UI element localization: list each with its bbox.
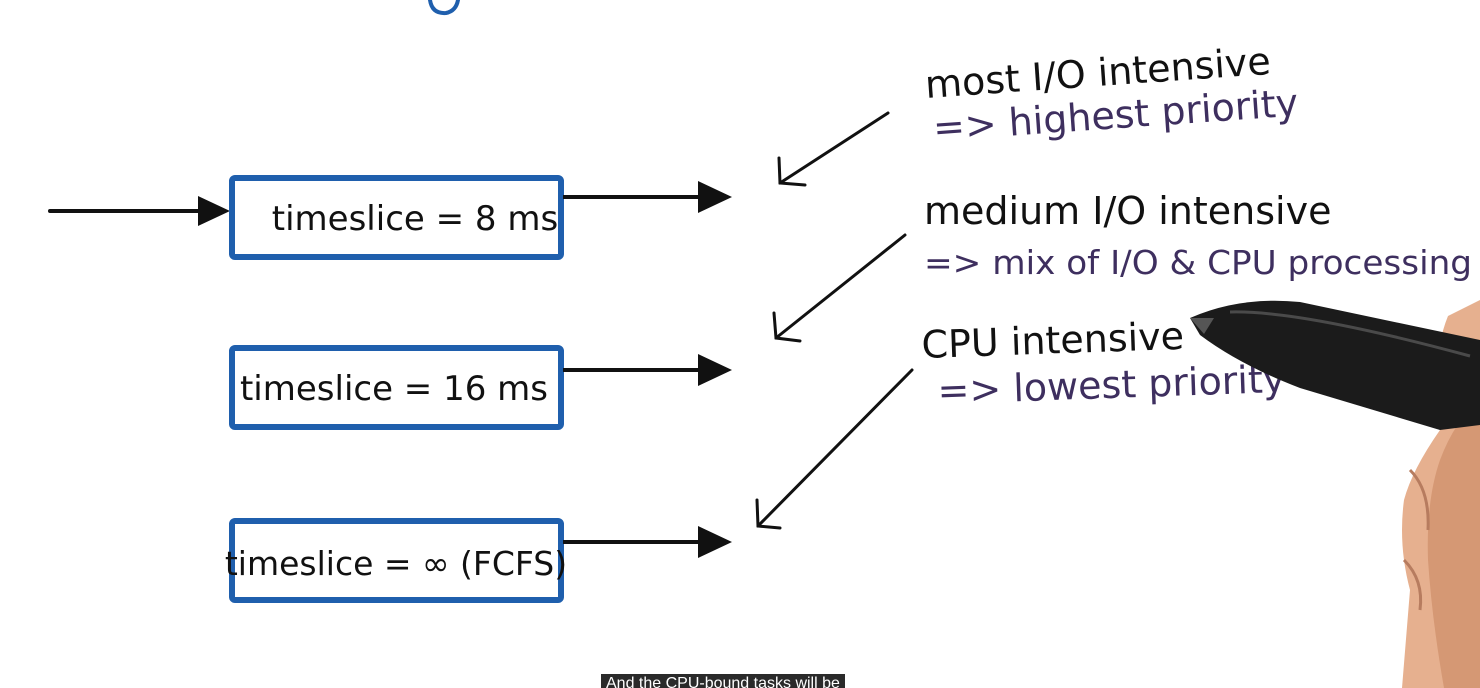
annotation-title: CPU intensive [921, 314, 1185, 367]
queue-3: timeslice = ∞ (FCFS) [225, 518, 732, 603]
queue-label: timeslice = 16 ms [240, 369, 548, 409]
annotation-2: medium I/O intensive => mix of I/O & CPU… [924, 189, 1472, 282]
annotation-detail: => mix of I/O & CPU processing [924, 243, 1472, 282]
pointer-arrow-3 [755, 368, 914, 530]
queue-exit-arrowhead [698, 181, 732, 213]
queue-label: timeslice = 8 ms [272, 199, 558, 239]
mlfq-diagram: timeslice = 8 ms timeslice = 16 ms times… [48, 0, 1480, 688]
annotation-detail: => lowest priority [937, 357, 1286, 413]
entry-arrow [48, 196, 230, 226]
queue-label: timeslice = ∞ (FCFS) [225, 544, 567, 583]
cut-title-stroke [428, 0, 460, 16]
pointer-arrow-2 [772, 233, 907, 343]
queue-exit-arrowhead [698, 354, 732, 386]
annotation-1: most I/O intensive => highest priority [924, 39, 1300, 150]
subtitle-caption: And the CPU-bound tasks will be [601, 674, 845, 688]
queue-exit-arrowhead [698, 526, 732, 558]
queue-2: timeslice = 16 ms [229, 345, 732, 430]
annotation-title: medium I/O intensive [924, 189, 1331, 233]
video-frame: timeslice = 8 ms timeslice = 16 ms times… [0, 0, 1480, 688]
queue-1: timeslice = 8 ms [229, 175, 732, 260]
pointer-arrow-1 [777, 111, 890, 187]
